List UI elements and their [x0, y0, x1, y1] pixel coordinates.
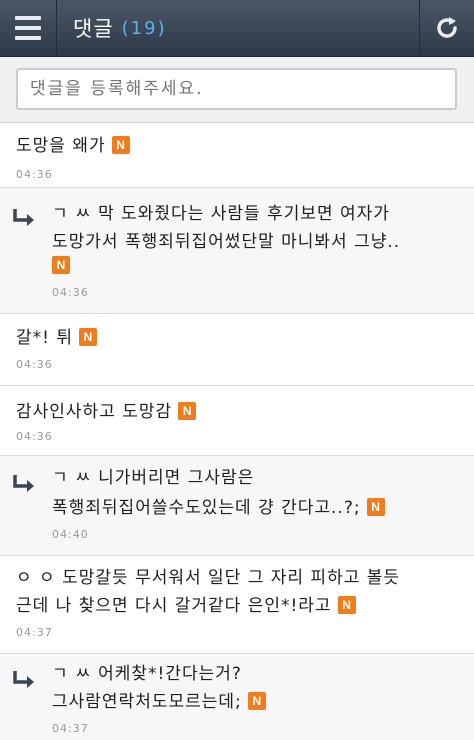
comment-time: 04:37: [52, 722, 89, 735]
comment-text: 도망을 왜가 N: [16, 132, 130, 160]
reply-arrow-icon: [13, 671, 34, 688]
comment-time: 04:36: [16, 358, 53, 371]
comment-text: 도망가서 폭행죄뒤집어썼단말 마니봐서 그냥..: [52, 232, 401, 252]
reply-item: ㄱ ㅆ 어케찾*!간다는거? 그사람연락처도모르는데; N 04:37: [0, 654, 474, 740]
new-badge: N: [366, 498, 385, 516]
app-header: 댓글 (19): [0, 0, 474, 57]
comment-input[interactable]: [16, 68, 457, 110]
page-title: 댓글: [73, 17, 114, 41]
comment-time: 04:36: [16, 430, 53, 443]
reply-item: ㄱ ㅆ 니가버리면 그사람은 폭행죄뒤집어쓸수도있는데 걍 간다고..?; N 0…: [0, 456, 474, 556]
comment-count: (19): [121, 17, 167, 39]
comment-text: ㄱ ㅆ 어케찾*!간다는거?: [52, 664, 242, 684]
new-badge: N: [52, 256, 70, 274]
reply-arrow-icon: [13, 209, 34, 226]
new-badge: N: [111, 136, 130, 154]
comment-text: 갈*! 튀N: [16, 324, 97, 352]
refresh-icon[interactable]: [419, 0, 474, 56]
reply-arrow-icon: [13, 475, 34, 492]
comment-text: 근데 나 찾으면 다시 갈거같다 은인*!라고 N: [16, 592, 356, 620]
comment-item: 갈*! 튀N 04:36: [0, 314, 474, 386]
comment-time: 04:36: [16, 168, 53, 181]
comment-item: 도망을 왜가 N 04:36: [0, 124, 474, 188]
new-badge: N: [178, 402, 197, 420]
comment-input-area: [0, 57, 474, 123]
comment-text: ㄱ ㅆ 니가버리면 그사람은: [52, 468, 255, 488]
comment-item: 감사인사하고 도망감 N 04:36: [0, 386, 474, 456]
new-badge: N: [247, 692, 266, 710]
comment-time: 04:40: [52, 528, 89, 541]
comment-item: ㅇ ㅇ 도망갈듯 무서워서 일단 그 자리 피하고 볼듯 근데 나 찾으면 다시…: [0, 556, 474, 654]
new-badge: N: [79, 328, 97, 346]
new-badge: N: [337, 596, 356, 614]
comment-text: ㅇ ㅇ 도망갈듯 무서워서 일단 그 자리 피하고 볼듯: [16, 568, 401, 588]
comment-time: 04:37: [16, 626, 53, 639]
comment-text: 감사인사하고 도망감 N: [16, 398, 197, 426]
comment-text: 폭행죄뒤집어쓸수도있는데 걍 간다고..?; N: [52, 494, 385, 522]
hamburger-menu-icon[interactable]: [0, 0, 57, 56]
comment-text: ㄱ ㅆ 막 도와줬다는 사람들 후기보면 여자가: [52, 204, 390, 224]
comment-text: 그사람연락처도모르는데; N: [52, 688, 266, 716]
reply-item: ㄱ ㅆ 막 도와줬다는 사람들 후기보면 여자가 도망가서 폭행죄뒤집어썼단말 …: [0, 188, 474, 314]
comment-time: 04:36: [52, 286, 89, 299]
